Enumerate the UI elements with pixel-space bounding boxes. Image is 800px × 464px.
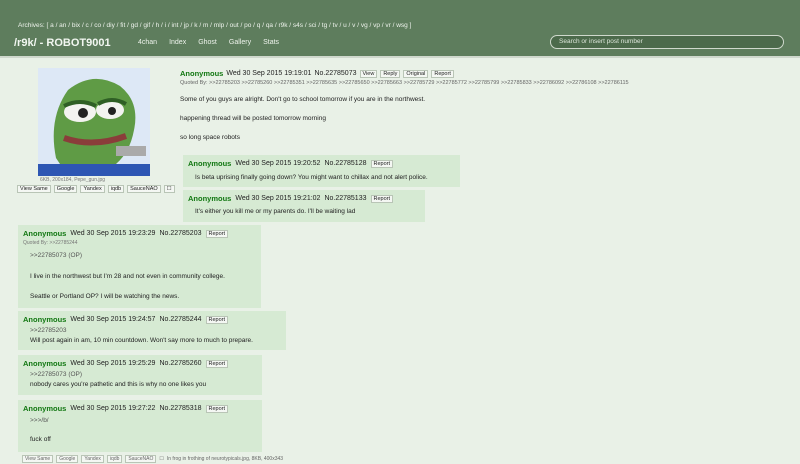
iqdb-button[interactable]: iqdb [106, 455, 123, 463]
post-number[interactable]: No.22785318 [159, 405, 201, 412]
saucenao-button[interactable]: SauceNAO [127, 185, 161, 193]
quote-link[interactable]: >>>/b/ [30, 417, 49, 424]
post-number[interactable]: No.22785073 [314, 70, 356, 77]
original-button[interactable]: Original [403, 69, 429, 78]
reply-header: Anonymous Wed 30 Sep 2015 19:25:29 No.22… [23, 359, 229, 368]
reply-header: Anonymous Wed 30 Sep 2015 19:20:52 No.22… [188, 159, 394, 168]
image-tools: View Same Google Yandex iqdb SauceNAO ☐ … [22, 455, 283, 463]
reply-button[interactable]: Reply [380, 69, 401, 78]
op-text-line: so long space robots [180, 134, 240, 141]
report-button[interactable]: Report [205, 404, 229, 413]
reply-post: Anonymous Wed 30 Sep 2015 19:24:57 No.22… [18, 311, 286, 350]
quote-link[interactable]: >>22785203 [30, 327, 67, 334]
poster-name: Anonymous [23, 359, 67, 368]
board-title[interactable]: /r9k/ - ROBOT9001 [14, 37, 111, 49]
post-number[interactable]: No.22785244 [159, 316, 201, 323]
top-bar: Archives: [ a / an / bix / c / co / diy … [0, 0, 800, 56]
reply-text: nobody cares you're pathetic and this is… [30, 381, 207, 388]
nav-ghost[interactable]: Ghost [198, 39, 217, 46]
board-nav: 4chan Index Ghost Gallery Stats [138, 39, 279, 46]
poster-name: Anonymous [180, 69, 224, 78]
post-number[interactable]: No.22785128 [324, 160, 366, 167]
post-date: Wed 30 Sep 2015 19:27:22 [70, 405, 156, 412]
checkbox-icon[interactable]: ☐ [159, 456, 163, 462]
reply-post: Anonymous Wed 30 Sep 2015 19:23:29 No.22… [18, 225, 261, 308]
post-date: Wed 30 Sep 2015 19:25:29 [70, 360, 156, 367]
view-same-button[interactable]: View Same [22, 455, 54, 463]
reply-text: fuck off [30, 436, 51, 443]
quote-link[interactable]: >>22785073 (OP) [30, 252, 82, 259]
reply-header: Anonymous Wed 30 Sep 2015 19:27:22 No.22… [23, 404, 229, 413]
reply-text: Is beta uprising finally going down? You… [195, 174, 428, 181]
op-text-line: Some of you guys are alright. Don't go t… [180, 96, 426, 103]
post-date: Wed 30 Sep 2015 19:23:29 [70, 230, 156, 237]
post-number[interactable]: No.22785133 [324, 195, 366, 202]
reply-post: Anonymous Wed 30 Sep 2015 19:27:22 No.22… [18, 400, 262, 452]
reply-text: Seattle or Portland OP? I will be watchi… [30, 293, 180, 300]
post-date: Wed 30 Sep 2015 19:21:02 [235, 195, 321, 202]
yandex-button[interactable]: Yandex [81, 455, 104, 463]
report-button[interactable]: Report [205, 315, 229, 324]
reply-post: Anonymous Wed 30 Sep 2015 19:25:29 No.22… [18, 355, 262, 395]
post-date: Wed 30 Sep 2015 19:19:01 [226, 70, 312, 77]
reply-header: Anonymous Wed 30 Sep 2015 19:24:57 No.22… [23, 315, 229, 324]
checkbox-icon[interactable]: ☐ [163, 185, 175, 193]
nav-gallery[interactable]: Gallery [229, 39, 251, 46]
google-button[interactable]: Google [56, 455, 79, 463]
post-number[interactable]: No.22785260 [159, 360, 201, 367]
post-date: Wed 30 Sep 2015 19:20:52 [235, 160, 321, 167]
quoted-by[interactable]: Quoted By: >>22785203 >>22785260 >>22785… [180, 80, 629, 86]
nav-stats[interactable]: Stats [263, 39, 279, 46]
poster-name: Anonymous [23, 404, 67, 413]
pepe-frog-image [38, 68, 150, 176]
op-thumbnail[interactable] [38, 68, 150, 176]
poster-name: Anonymous [23, 229, 67, 238]
poster-name: Anonymous [188, 194, 232, 203]
image-tools: View Same Google Yandex iqdb SauceNAO ☐ [17, 185, 175, 193]
report-button[interactable]: Report [205, 229, 229, 238]
reply-text: It's either you kill me or my parents do… [195, 208, 356, 215]
poster-name: Anonymous [23, 315, 67, 324]
reply-post: Anonymous Wed 30 Sep 2015 19:21:02 No.22… [183, 190, 425, 222]
quoted-by[interactable]: Quoted By: >>22785244 [23, 240, 78, 246]
yandex-button[interactable]: Yandex [80, 185, 105, 193]
post-date: Wed 30 Sep 2015 19:24:57 [70, 316, 156, 323]
reply-header: Anonymous Wed 30 Sep 2015 19:21:02 No.22… [188, 194, 394, 203]
view-same-button[interactable]: View Same [17, 185, 51, 193]
divider [0, 56, 800, 58]
quote-link[interactable]: >>22785073 (OP) [30, 371, 82, 378]
report-button[interactable]: Report [431, 69, 454, 78]
op-header: Anonymous Wed 30 Sep 2015 19:19:01 No.22… [180, 69, 454, 78]
iqdb-button[interactable]: iqdb [107, 185, 125, 193]
reply-post: Anonymous Wed 30 Sep 2015 19:20:52 No.22… [183, 155, 460, 187]
search-input[interactable]: Search or insert post number [550, 35, 784, 49]
poster-name: Anonymous [188, 159, 232, 168]
post-number[interactable]: No.22785203 [159, 230, 201, 237]
image-caption: In frog in frothing of neurotypicals.jpg… [166, 456, 284, 462]
nav-index[interactable]: Index [169, 39, 186, 46]
google-button[interactable]: Google [53, 185, 78, 193]
saucenao-button[interactable]: SauceNAO [125, 455, 157, 463]
nav-4chan[interactable]: 4chan [138, 39, 157, 46]
reply-header: Anonymous Wed 30 Sep 2015 19:23:29 No.22… [23, 229, 229, 238]
report-button[interactable]: Report [205, 359, 229, 368]
image-caption: 6KB, 200x184, Pepe_gun.jpg [40, 177, 106, 183]
board-list[interactable]: Archives: [ a / an / bix / c / co / diy … [18, 22, 411, 29]
reply-text: I live in the northwest but I'm 28 and n… [30, 273, 225, 280]
reply-text: Will post again in am, 10 min countdown.… [30, 337, 253, 344]
report-button[interactable]: Report [370, 194, 394, 203]
view-button[interactable]: View [359, 69, 378, 78]
report-button[interactable]: Report [370, 159, 394, 168]
op-text-line: happening thread will be posted tomorrow… [180, 115, 326, 122]
